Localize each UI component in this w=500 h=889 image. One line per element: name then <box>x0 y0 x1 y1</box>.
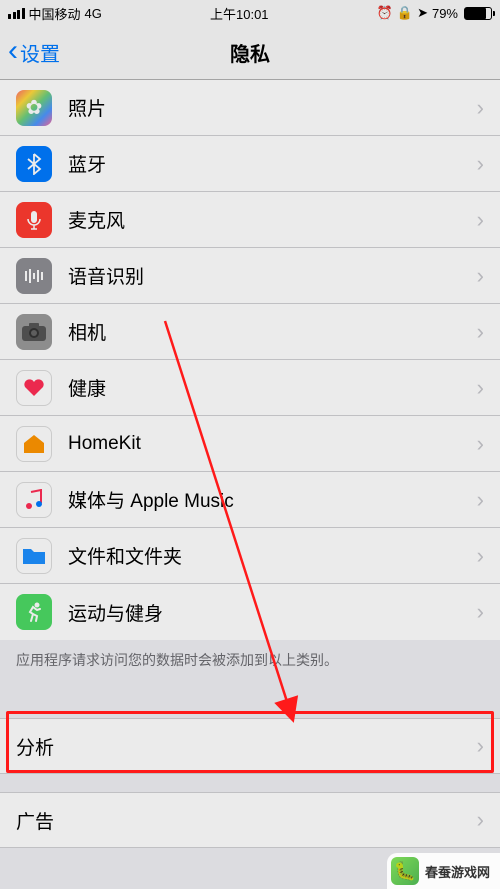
music-icon <box>16 482 52 518</box>
row-fitness[interactable]: 运动与健身 › <box>0 584 500 640</box>
battery-icon <box>464 7 492 20</box>
bluetooth-icon <box>16 146 52 182</box>
row-camera[interactable]: 相机 › <box>0 304 500 360</box>
chevron-right-icon: › <box>477 151 484 177</box>
row-microphone[interactable]: 麦克风 › <box>0 192 500 248</box>
watermark-icon: 🐛 <box>391 857 419 885</box>
row-label: 媒体与 Apple Music <box>68 486 477 513</box>
chevron-right-icon: › <box>477 733 484 759</box>
chevron-right-icon: › <box>477 207 484 233</box>
nav-bar: ‹ 设置 隐私 <box>0 26 500 80</box>
location-icon: ➤ <box>417 5 428 21</box>
chevron-right-icon: › <box>477 263 484 289</box>
lock-icon: 🔒 <box>397 5 413 21</box>
row-media[interactable]: 媒体与 Apple Music › <box>0 472 500 528</box>
row-bluetooth[interactable]: 蓝牙 › <box>0 136 500 192</box>
row-label: 健康 <box>68 374 477 401</box>
chevron-right-icon: › <box>477 95 484 121</box>
row-analytics[interactable]: 分析 › <box>0 718 500 774</box>
chevron-right-icon: › <box>477 543 484 569</box>
signal-icon <box>8 8 25 19</box>
row-label: 文件和文件夹 <box>68 542 477 569</box>
watermark: 🐛 春蚕游戏网 <box>387 853 500 889</box>
chevron-right-icon: › <box>477 431 484 457</box>
files-icon <box>16 538 52 574</box>
row-label: 语音识别 <box>68 262 477 289</box>
row-homekit[interactable]: HomeKit › <box>0 416 500 472</box>
row-label: 蓝牙 <box>68 150 477 177</box>
row-label: 相机 <box>68 318 477 345</box>
row-files[interactable]: 文件和文件夹 › <box>0 528 500 584</box>
footer-text: 应用程序请求访问您的数据时会被添加到以上类别。 <box>0 640 500 690</box>
row-label: 分析 <box>16 733 477 760</box>
chevron-right-icon: › <box>477 599 484 625</box>
row-photos[interactable]: ✿ 照片 › <box>0 80 500 136</box>
photos-icon: ✿ <box>16 90 52 126</box>
privacy-list: ✿ 照片 › 蓝牙 › 麦克风 › 语音识别 › 相机 › 健康 › HomeK… <box>0 80 500 640</box>
battery-pct: 79% <box>432 6 458 21</box>
watermark-text: 春蚕游戏网 <box>425 862 490 881</box>
microphone-icon <box>16 202 52 238</box>
chevron-right-icon: › <box>477 375 484 401</box>
health-icon <box>16 370 52 406</box>
row-label: 运动与健身 <box>68 599 477 626</box>
chevron-left-icon: ‹ <box>8 36 18 66</box>
carrier-label: 中国移动 <box>29 4 81 23</box>
alarm-icon: ⏰ <box>377 5 393 21</box>
camera-icon <box>16 314 52 350</box>
row-label: 麦克风 <box>68 206 477 233</box>
row-health[interactable]: 健康 › <box>0 360 500 416</box>
homekit-icon <box>16 426 52 462</box>
speech-icon <box>16 258 52 294</box>
row-speech[interactable]: 语音识别 › <box>0 248 500 304</box>
fitness-icon <box>16 594 52 630</box>
row-ads[interactable]: 广告 › <box>0 792 500 848</box>
chevron-right-icon: › <box>477 807 484 833</box>
row-label: HomeKit <box>68 433 477 455</box>
chevron-right-icon: › <box>477 487 484 513</box>
row-label: 照片 <box>68 94 477 121</box>
back-label: 设置 <box>20 38 60 67</box>
chevron-right-icon: › <box>477 319 484 345</box>
row-label: 广告 <box>16 807 477 834</box>
status-bar: 中国移动 4G 上午10:01 ⏰ 🔒 ➤ 79% <box>0 0 500 26</box>
network-label: 4G <box>85 6 102 21</box>
back-button[interactable]: ‹ 设置 <box>0 38 60 67</box>
time-label: 上午10:01 <box>210 4 269 23</box>
page-title: 隐私 <box>0 38 500 67</box>
